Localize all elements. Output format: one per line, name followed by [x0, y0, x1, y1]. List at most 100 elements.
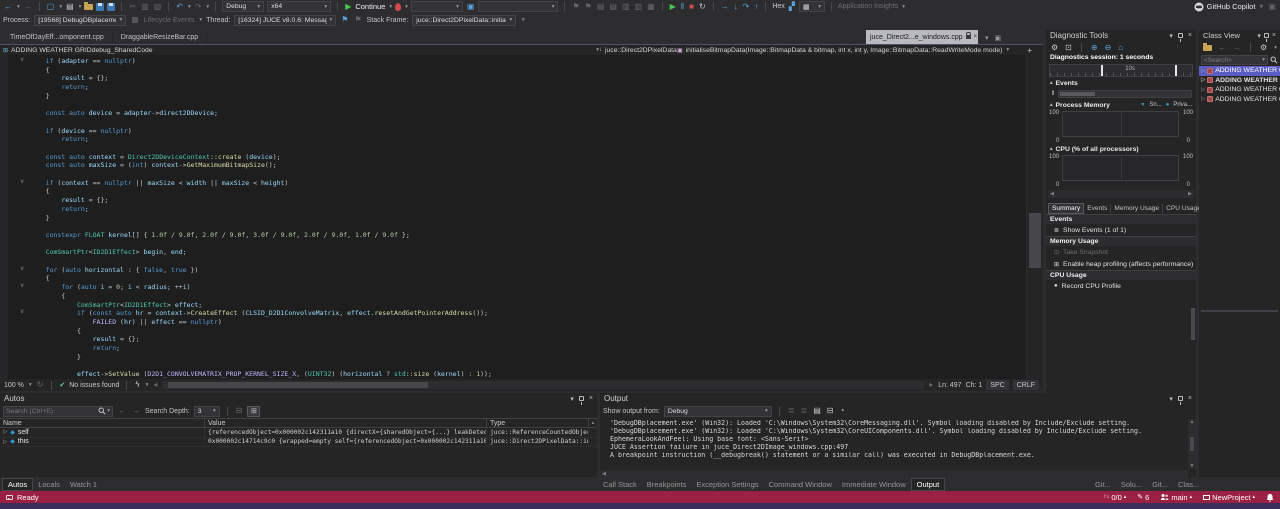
search-dropdown-icon[interactable]: ▾: [107, 408, 110, 414]
scroll-left-icon[interactable]: ◀: [602, 471, 606, 477]
column-indicator[interactable]: Ch: 1: [966, 382, 983, 389]
lifecycle-events-label[interactable]: Lifecycle Events: [144, 17, 195, 24]
code-line[interactable]: result = {};: [30, 335, 1025, 344]
hot-reload-dropdown-icon[interactable]: ▾: [405, 4, 408, 10]
indicator-margin[interactable]: [0, 55, 8, 379]
code-line[interactable]: {: [30, 327, 1025, 336]
paste-icon[interactable]: ▧: [153, 2, 163, 11]
events-section-header[interactable]: ▴ Events: [1046, 78, 1196, 88]
panel-tab-autos[interactable]: Autos: [2, 477, 34, 491]
scroll-down-icon[interactable]: ▼: [1190, 463, 1195, 469]
output-panel-header[interactable]: Output ▾ ×: [600, 393, 1196, 405]
search-back-icon[interactable]: ←: [117, 407, 127, 415]
new-file-dropdown-icon[interactable]: ▾: [79, 4, 82, 10]
forward-icon[interactable]: →: [1232, 43, 1242, 52]
code-line[interactable]: return;: [30, 83, 1025, 92]
summary-item[interactable]: ⊞ Enable heap profiling (affects performa…: [1046, 258, 1196, 270]
toolbar-search-select[interactable]: ▾: [478, 1, 559, 12]
clear-all-icon[interactable]: ⊟: [826, 407, 835, 415]
undo-dropdown-icon[interactable]: ▾: [188, 4, 191, 10]
github-copilot-button[interactable]: GitHub Copilot: [1207, 2, 1256, 11]
collapse-icon[interactable]: ▴: [1050, 80, 1053, 86]
class-view-item[interactable]: ▷ ADDING WEATHER G: [1199, 66, 1280, 76]
code-line[interactable]: [30, 170, 1025, 179]
search-forward-icon[interactable]: →: [131, 407, 141, 415]
class-view-splitter[interactable]: [1201, 310, 1278, 312]
code-line[interactable]: {: [30, 292, 1025, 301]
grid-scroll-up-icon[interactable]: ▲: [589, 420, 597, 426]
panel-tab-exception-settings[interactable]: Exception Settings: [691, 479, 763, 490]
class-view-item[interactable]: ▷ ADDING WEATHER G: [1199, 76, 1280, 86]
autos-search-input[interactable]: [6, 407, 99, 415]
feedback-icon[interactable]: ▣: [1267, 2, 1277, 11]
expander-icon[interactable]: ▷: [1201, 77, 1205, 83]
diagnostics-horizontal-scrollbar[interactable]: ◀ ▶: [1048, 190, 1194, 198]
editor-tab[interactable]: DraggableResizeBar.cpp: [112, 30, 208, 44]
copy-icon[interactable]: ▥: [140, 2, 150, 11]
scrollbar-thumb[interactable]: [1029, 213, 1041, 268]
close-icon[interactable]: ×: [1188, 395, 1192, 402]
code-line[interactable]: result = {};: [30, 74, 1025, 83]
code-line[interactable]: effect->SetValue (D2D1_CONVOLVEMATRIX_PR…: [30, 370, 1025, 379]
panel-tab-locals[interactable]: Locals: [33, 479, 65, 490]
breadcrumb-project-dropdown[interactable]: ⊞ ADDING WEATHER GRIDdebug_SharedCode ▾: [3, 47, 599, 54]
output-log[interactable]: 'DebugDBplacement.exe' (Win32): Loaded '…: [600, 418, 1196, 460]
expander-icon[interactable]: ▷: [3, 429, 7, 435]
code-line[interactable]: ComSmartPtr<ID2D1Effect> begin, end;: [30, 248, 1025, 257]
summary-item[interactable]: ≣ Show Events (1 of 1): [1046, 224, 1196, 236]
pin-icon[interactable]: [1263, 33, 1269, 42]
hot-reload-icon[interactable]: [395, 2, 402, 11]
solution-configuration-select[interactable]: Debug ▾: [222, 1, 265, 12]
window-position-dropdown-icon[interactable]: ▾: [1169, 32, 1173, 40]
code-line[interactable]: {: [30, 66, 1025, 75]
zoom-dropdown-icon[interactable]: ▾: [29, 382, 32, 388]
scroll-left-icon[interactable]: ◀: [1050, 191, 1054, 197]
expander-icon[interactable]: ▷: [1201, 68, 1205, 74]
process-select[interactable]: [19568] DebugDBplacement.exe▾: [34, 14, 127, 26]
back-icon[interactable]: ←: [1217, 43, 1227, 52]
events-rail[interactable]: [1058, 90, 1192, 98]
fold-marker-icon[interactable]: ∨: [20, 282, 24, 291]
attach-icon[interactable]: ▣: [466, 2, 476, 11]
code-line[interactable]: {: [30, 187, 1025, 196]
panel-tab-solu[interactable]: Solu...: [1116, 479, 1147, 490]
branch-button[interactable]: main ▴: [1160, 493, 1192, 502]
cut-icon[interactable]: ✂: [128, 2, 137, 11]
class-view-search-select[interactable]: <Search> ▾: [1201, 55, 1268, 65]
toggle-word-wrap-icon[interactable]: ◔: [838, 407, 845, 415]
close-icon[interactable]: ×: [1272, 32, 1276, 39]
find-message-next-icon[interactable]: ≣: [800, 407, 809, 415]
line-ending-indicator[interactable]: CRLF: [1012, 380, 1039, 390]
code-line[interactable]: if (context == nullptr || maxSize < widt…: [30, 179, 1025, 188]
comment-icon[interactable]: ▤: [596, 2, 606, 11]
table-row[interactable]: ▷ ◆ this 0x000002c14714c9c0 {wrapped=empty …: [0, 437, 597, 447]
code-line[interactable]: if (const auto hr = context->CreateEffec…: [30, 309, 1025, 318]
code-actions-icon[interactable]: ϟ: [134, 381, 140, 389]
panel-tab-output[interactable]: Output: [910, 477, 946, 491]
step-into-icon[interactable]: ↓: [733, 2, 739, 11]
step-over-icon[interactable]: ↷: [742, 2, 751, 11]
code-line[interactable]: if (adapter == nullptr): [30, 57, 1025, 66]
diagnostics-tab-memory-usage[interactable]: Memory Usage: [1111, 203, 1164, 213]
code-line[interactable]: for (auto horizontal : { false, true }): [30, 266, 1025, 275]
memory-section-header[interactable]: ▴ Process Memory ▼ Sn... ● Priva...: [1046, 100, 1196, 110]
diff-icon[interactable]: ▞: [788, 2, 796, 11]
bookmark-icon[interactable]: ⚑: [571, 2, 580, 11]
search-dropdown-icon[interactable]: ▾: [1262, 57, 1265, 63]
bookmark-next-icon[interactable]: ⚑: [584, 2, 593, 11]
code-line[interactable]: [30, 222, 1025, 231]
panel-tab-breakpoints[interactable]: Breakpoints: [642, 479, 692, 490]
continue-button[interactable]: Continue: [355, 2, 385, 11]
code-line[interactable]: return;: [30, 344, 1025, 353]
code-line[interactable]: [30, 362, 1025, 371]
scroll-right-icon[interactable]: ▸: [928, 381, 934, 389]
column-header[interactable]: Name: [0, 419, 205, 427]
issues-status[interactable]: No issues found: [69, 382, 119, 389]
continue-icon[interactable]: ▶: [344, 2, 352, 11]
panel-tab-immediate-window[interactable]: Immediate Window: [837, 479, 911, 490]
scroll-up-icon[interactable]: ▲: [1190, 419, 1195, 425]
solution-platform-select[interactable]: x64 ▾: [267, 1, 332, 12]
navigate-back-dropdown-icon[interactable]: ▾: [17, 4, 20, 10]
debug-run-icon[interactable]: ▶: [669, 2, 677, 11]
summary-item[interactable]: ● Record CPU Profile: [1046, 280, 1196, 292]
